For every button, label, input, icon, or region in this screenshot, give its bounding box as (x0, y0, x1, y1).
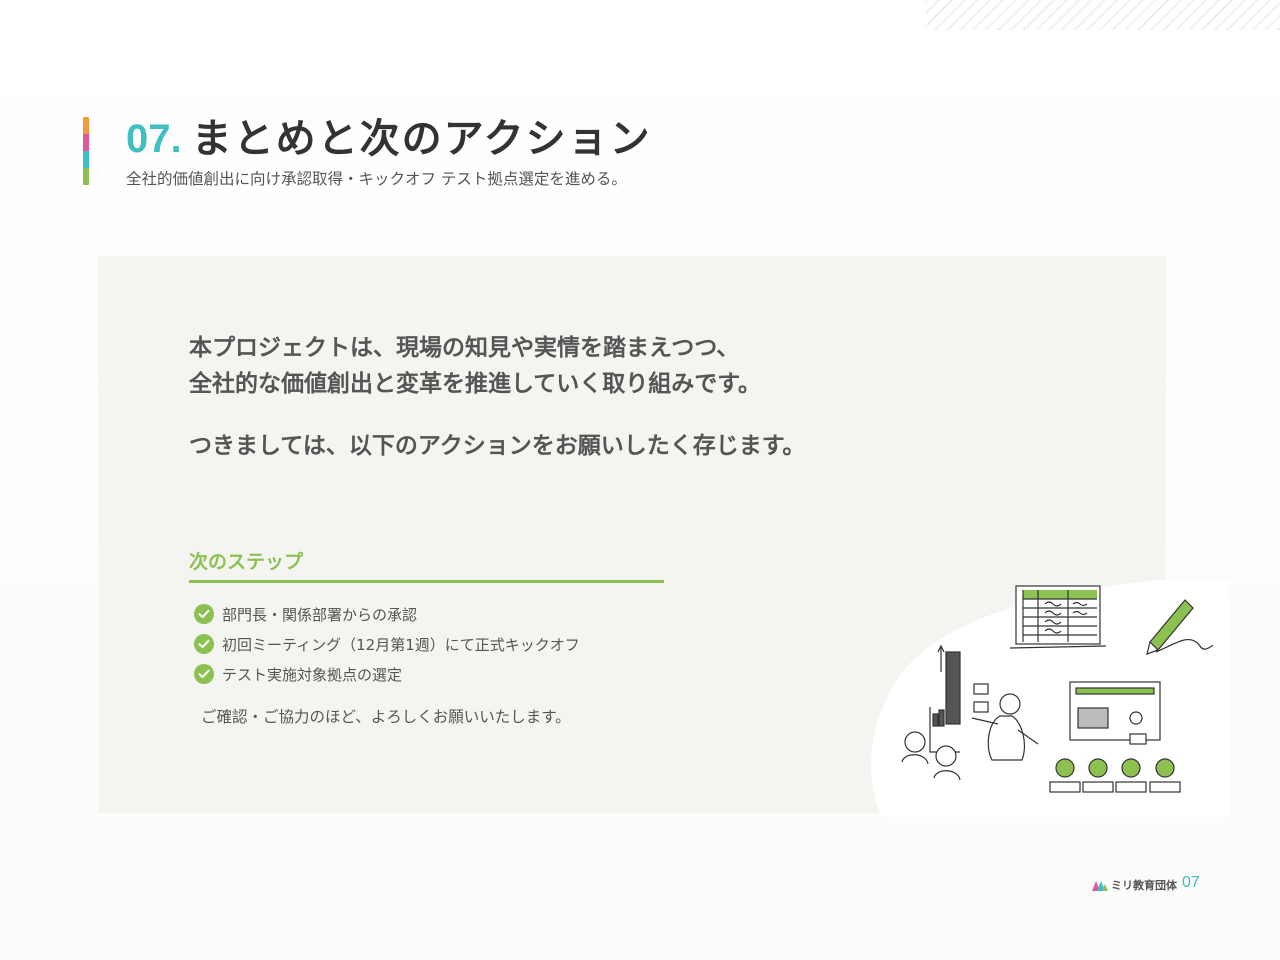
section-number: 07. (126, 117, 182, 161)
lead-paragraph: 本プロジェクトは、現場の知見や実情を踏まえつつ、 全社的な価値創出と変革を推進し… (189, 330, 909, 402)
request-text: つきましては、以下のアクションをお願いしたく存じます。 (189, 433, 806, 459)
corner-hatch-decoration (925, 0, 1280, 30)
check-circle-icon (194, 634, 214, 654)
section-title: まとめと次のアクション (191, 116, 652, 162)
brand-mark-icon (1092, 881, 1108, 891)
check-circle-icon (194, 664, 214, 684)
steps-divider (189, 580, 664, 583)
page-title: 07. まとめと次のアクション (126, 106, 652, 164)
title-accent-bar (83, 117, 89, 185)
lead-line-1: 本プロジェクトは、現場の知見や実情を踏まえつつ、 (189, 335, 740, 361)
footer-brand: ミリ教育団体 (1111, 879, 1177, 892)
step-label: テスト実施対象拠点の選定 (222, 665, 403, 684)
step-label: 初回ミーティング（12月第1週）にて正式キックオフ (222, 635, 580, 654)
page-number: 07 (1182, 874, 1200, 891)
closing-message: ご確認・ご協力のほど、よろしくお願いいたします。 (201, 708, 571, 726)
check-circle-icon (194, 604, 214, 624)
presentation-meeting-illustration (871, 580, 1230, 817)
footer-logo: ミリ教育団体 (1091, 877, 1177, 893)
step-item-approval: 部門長・関係部署からの承認 (194, 599, 580, 629)
step-label: 部門長・関係部署からの承認 (222, 605, 418, 624)
step-item-site-selection: テスト実施対象拠点の選定 (194, 659, 580, 689)
step-item-kickoff: 初回ミーティング（12月第1週）にて正式キックオフ (194, 629, 580, 659)
steps-list: 部門長・関係部署からの承認 初回ミーティング（12月第1週）にて正式キックオフ … (194, 599, 580, 689)
lead-line-2: 全社的な価値創出と変革を推進していく取り組みです。 (189, 371, 762, 397)
page-subtitle: 全社的価値創出に向け承認取得・キックオフ テスト拠点選定を進める。 (126, 170, 627, 188)
steps-heading: 次のステップ (189, 551, 304, 573)
